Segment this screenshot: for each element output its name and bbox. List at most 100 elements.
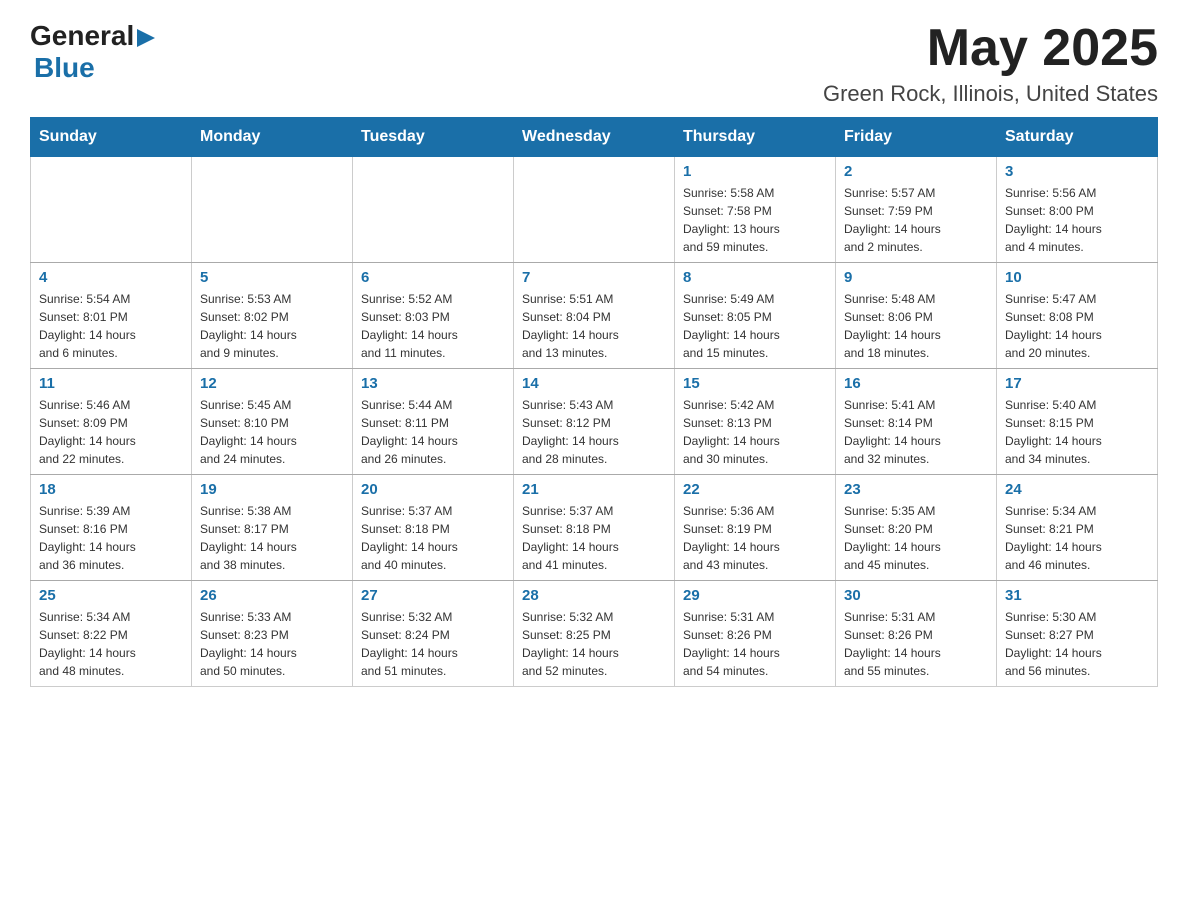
day-number: 12 xyxy=(200,375,344,392)
calendar-cell: 22 Sunrise: 5:36 AM Sunset: 8:19 PM Dayli… xyxy=(675,475,836,581)
calendar-week-row: 18 Sunrise: 5:39 AM Sunset: 8:16 PM Dayli… xyxy=(31,475,1158,581)
calendar-cell: 18 Sunrise: 5:39 AM Sunset: 8:16 PM Dayli… xyxy=(31,475,192,581)
calendar-day-header: Thursday xyxy=(675,118,836,157)
page-subtitle: Green Rock, Illinois, United States xyxy=(823,81,1158,107)
calendar-cell xyxy=(514,157,675,263)
day-info: Sunrise: 5:39 AM Sunset: 8:16 PM Dayligh… xyxy=(39,502,183,574)
calendar-cell: 31Sunrise: 5:30 AM Sunset: 8:27 PM Dayli… xyxy=(997,581,1158,687)
day-number: 4 xyxy=(39,269,183,286)
day-number: 22 xyxy=(683,481,827,498)
day-number: 28 xyxy=(522,587,666,604)
calendar-cell: 8 Sunrise: 5:49 AM Sunset: 8:05 PM Daylig… xyxy=(675,263,836,369)
calendar-cell: 20 Sunrise: 5:37 AM Sunset: 8:18 PM Dayli… xyxy=(353,475,514,581)
day-info: Sunrise: 5:32 AM Sunset: 8:24 PM Dayligh… xyxy=(361,608,505,680)
day-number: 26 xyxy=(200,587,344,604)
calendar-week-row: 25Sunrise: 5:34 AM Sunset: 8:22 PM Dayli… xyxy=(31,581,1158,687)
day-number: 15 xyxy=(683,375,827,392)
calendar-cell: 14Sunrise: 5:43 AM Sunset: 8:12 PM Dayli… xyxy=(514,369,675,475)
calendar-day-header: Monday xyxy=(192,118,353,157)
calendar-cell: 23 Sunrise: 5:35 AM Sunset: 8:20 PM Dayli… xyxy=(836,475,997,581)
calendar-cell: 30Sunrise: 5:31 AM Sunset: 8:26 PM Dayli… xyxy=(836,581,997,687)
day-number: 6 xyxy=(361,269,505,286)
calendar-cell: 13 Sunrise: 5:44 AM Sunset: 8:11 PM Dayli… xyxy=(353,369,514,475)
day-info: Sunrise: 5:37 AM Sunset: 8:18 PM Dayligh… xyxy=(361,502,505,574)
day-info: Sunrise: 5:41 AM Sunset: 8:14 PM Dayligh… xyxy=(844,396,988,468)
logo-blue-text: Blue xyxy=(34,52,95,84)
calendar-cell: 2 Sunrise: 5:57 AM Sunset: 7:59 PM Daylig… xyxy=(836,157,997,263)
logo-triangle-icon xyxy=(137,29,155,47)
day-info: Sunrise: 5:30 AM Sunset: 8:27 PM Dayligh… xyxy=(1005,608,1149,680)
day-number: 16 xyxy=(844,375,988,392)
page-header: General Blue May 2025 Green Rock, Illino… xyxy=(30,20,1158,107)
calendar-cell: 21 Sunrise: 5:37 AM Sunset: 8:18 PM Dayli… xyxy=(514,475,675,581)
day-info: Sunrise: 5:42 AM Sunset: 8:13 PM Dayligh… xyxy=(683,396,827,468)
day-number: 5 xyxy=(200,269,344,286)
calendar-day-header: Sunday xyxy=(31,118,192,157)
day-info: Sunrise: 5:44 AM Sunset: 8:11 PM Dayligh… xyxy=(361,396,505,468)
calendar-cell: 17 Sunrise: 5:40 AM Sunset: 8:15 PM Dayli… xyxy=(997,369,1158,475)
day-number: 23 xyxy=(844,481,988,498)
day-info: Sunrise: 5:51 AM Sunset: 8:04 PM Dayligh… xyxy=(522,290,666,362)
calendar-day-header: Tuesday xyxy=(353,118,514,157)
day-info: Sunrise: 5:36 AM Sunset: 8:19 PM Dayligh… xyxy=(683,502,827,574)
calendar-week-row: 11 Sunrise: 5:46 AM Sunset: 8:09 PM Dayli… xyxy=(31,369,1158,475)
calendar-week-row: 1 Sunrise: 5:58 AM Sunset: 7:58 PM Daylig… xyxy=(31,157,1158,263)
calendar-cell: 15 Sunrise: 5:42 AM Sunset: 8:13 PM Dayli… xyxy=(675,369,836,475)
day-info: Sunrise: 5:38 AM Sunset: 8:17 PM Dayligh… xyxy=(200,502,344,574)
day-number: 7 xyxy=(522,269,666,286)
calendar-cell: 4Sunrise: 5:54 AM Sunset: 8:01 PM Daylig… xyxy=(31,263,192,369)
day-number: 3 xyxy=(1005,163,1149,180)
day-info: Sunrise: 5:35 AM Sunset: 8:20 PM Dayligh… xyxy=(844,502,988,574)
day-info: Sunrise: 5:46 AM Sunset: 8:09 PM Dayligh… xyxy=(39,396,183,468)
day-number: 9 xyxy=(844,269,988,286)
calendar-cell: 12Sunrise: 5:45 AM Sunset: 8:10 PM Dayli… xyxy=(192,369,353,475)
calendar-cell: 7 Sunrise: 5:51 AM Sunset: 8:04 PM Daylig… xyxy=(514,263,675,369)
day-number: 2 xyxy=(844,163,988,180)
day-info: Sunrise: 5:32 AM Sunset: 8:25 PM Dayligh… xyxy=(522,608,666,680)
day-number: 17 xyxy=(1005,375,1149,392)
calendar-day-header: Wednesday xyxy=(514,118,675,157)
calendar-cell: 26 Sunrise: 5:33 AM Sunset: 8:23 PM Dayli… xyxy=(192,581,353,687)
day-info: Sunrise: 5:48 AM Sunset: 8:06 PM Dayligh… xyxy=(844,290,988,362)
day-number: 1 xyxy=(683,163,827,180)
calendar-cell: 16 Sunrise: 5:41 AM Sunset: 8:14 PM Dayli… xyxy=(836,369,997,475)
calendar-cell: 27Sunrise: 5:32 AM Sunset: 8:24 PM Dayli… xyxy=(353,581,514,687)
day-info: Sunrise: 5:58 AM Sunset: 7:58 PM Dayligh… xyxy=(683,184,827,256)
day-number: 8 xyxy=(683,269,827,286)
day-number: 11 xyxy=(39,375,183,392)
day-number: 29 xyxy=(683,587,827,604)
calendar-week-row: 4Sunrise: 5:54 AM Sunset: 8:01 PM Daylig… xyxy=(31,263,1158,369)
day-number: 20 xyxy=(361,481,505,498)
day-info: Sunrise: 5:49 AM Sunset: 8:05 PM Dayligh… xyxy=(683,290,827,362)
calendar-cell: 6 Sunrise: 5:52 AM Sunset: 8:03 PM Daylig… xyxy=(353,263,514,369)
day-info: Sunrise: 5:31 AM Sunset: 8:26 PM Dayligh… xyxy=(844,608,988,680)
page-title: May 2025 xyxy=(823,20,1158,77)
day-info: Sunrise: 5:31 AM Sunset: 8:26 PM Dayligh… xyxy=(683,608,827,680)
calendar-cell: 29 Sunrise: 5:31 AM Sunset: 8:26 PM Dayli… xyxy=(675,581,836,687)
day-info: Sunrise: 5:40 AM Sunset: 8:15 PM Dayligh… xyxy=(1005,396,1149,468)
day-info: Sunrise: 5:57 AM Sunset: 7:59 PM Dayligh… xyxy=(844,184,988,256)
logo: General Blue xyxy=(30,20,155,84)
calendar-cell xyxy=(192,157,353,263)
day-info: Sunrise: 5:34 AM Sunset: 8:22 PM Dayligh… xyxy=(39,608,183,680)
calendar-cell: 10 Sunrise: 5:47 AM Sunset: 8:08 PM Dayli… xyxy=(997,263,1158,369)
day-number: 14 xyxy=(522,375,666,392)
calendar-cell: 28 Sunrise: 5:32 AM Sunset: 8:25 PM Dayli… xyxy=(514,581,675,687)
day-info: Sunrise: 5:37 AM Sunset: 8:18 PM Dayligh… xyxy=(522,502,666,574)
calendar-cell: 19Sunrise: 5:38 AM Sunset: 8:17 PM Dayli… xyxy=(192,475,353,581)
calendar-cell: 1 Sunrise: 5:58 AM Sunset: 7:58 PM Daylig… xyxy=(675,157,836,263)
day-number: 10 xyxy=(1005,269,1149,286)
calendar-cell: 24Sunrise: 5:34 AM Sunset: 8:21 PM Dayli… xyxy=(997,475,1158,581)
calendar-cell: 9 Sunrise: 5:48 AM Sunset: 8:06 PM Daylig… xyxy=(836,263,997,369)
day-info: Sunrise: 5:33 AM Sunset: 8:23 PM Dayligh… xyxy=(200,608,344,680)
day-info: Sunrise: 5:52 AM Sunset: 8:03 PM Dayligh… xyxy=(361,290,505,362)
day-number: 21 xyxy=(522,481,666,498)
day-info: Sunrise: 5:47 AM Sunset: 8:08 PM Dayligh… xyxy=(1005,290,1149,362)
day-info: Sunrise: 5:56 AM Sunset: 8:00 PM Dayligh… xyxy=(1005,184,1149,256)
calendar-day-header: Friday xyxy=(836,118,997,157)
day-number: 18 xyxy=(39,481,183,498)
calendar-day-header: Saturday xyxy=(997,118,1158,157)
title-block: May 2025 Green Rock, Illinois, United St… xyxy=(823,20,1158,107)
day-number: 13 xyxy=(361,375,505,392)
calendar-cell: 5Sunrise: 5:53 AM Sunset: 8:02 PM Daylig… xyxy=(192,263,353,369)
